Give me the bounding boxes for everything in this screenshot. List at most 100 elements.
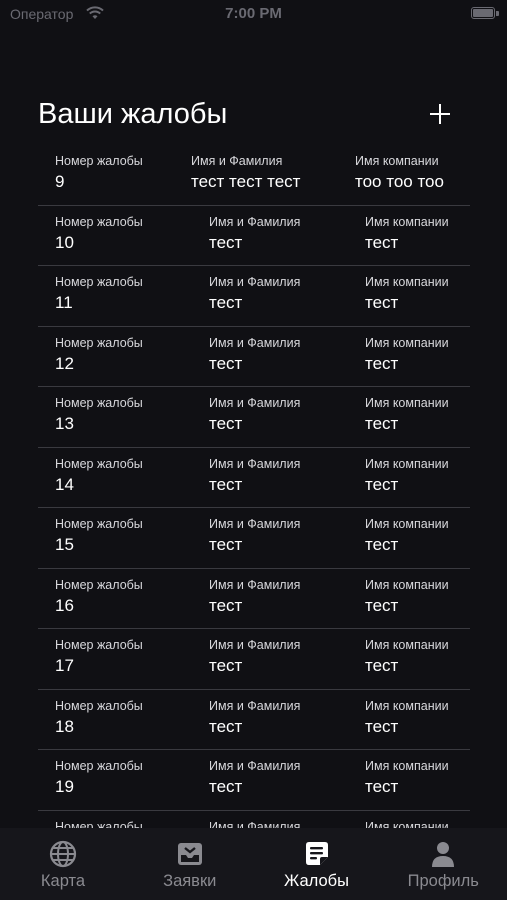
complaints-list[interactable]: Номер жалобы 9 Имя и Фамилия тест тест тест… <box>38 145 470 828</box>
complaint-name-label: Имя и Фамилия <box>209 335 301 350</box>
complaint-name-cell: Имя и Фамилия тест <box>209 336 300 374</box>
complaint-name-value: тест <box>209 474 243 494</box>
complaint-number-value: 13 <box>55 414 74 433</box>
complaint-company-label: Имя компании <box>365 577 449 592</box>
complaint-company-value: тест <box>365 716 399 736</box>
tab-label: Жалобы <box>284 872 349 890</box>
header: Ваши жалобы <box>38 96 470 140</box>
complaint-number-cell: Номер жалобы 15 <box>55 517 143 555</box>
complaint-number-cell: Номер жалобы 17 <box>55 638 143 676</box>
complaint-name-cell: Имя и Фамилия тест <box>209 578 300 616</box>
complaint-number-cell: Номер жалобы 10 <box>55 215 143 253</box>
complaint-name-value: тест <box>209 656 243 675</box>
complaint-number-label: Номер жалобы <box>55 698 143 713</box>
tab-requests[interactable]: Заявки <box>127 828 253 900</box>
complaint-name-cell: Имя и Фамилия тест <box>209 396 300 434</box>
complaint-number-cell: Номер жалобы 12 <box>55 336 143 374</box>
complaint-name-cell: Имя и Фамилия тест <box>209 215 300 253</box>
complaint-company-cell: Имя компании тест <box>365 638 449 676</box>
battery-icon <box>471 7 495 19</box>
complaint-name-label: Имя и Фамилия <box>209 275 301 289</box>
complaint-row[interactable]: Номер жалобы 10 Имя и Фамилия тест Имя компа… <box>38 206 470 266</box>
complaint-company-value: тоо тоо тоо <box>355 172 444 191</box>
complaint-name-cell: Имя и Фамилия тест <box>209 699 300 737</box>
complaint-company-cell: Имя компании тест <box>365 396 449 434</box>
complaint-name-cell: Имя и Фамилия тест <box>209 517 300 555</box>
complaint-number-value: 17 <box>55 656 74 675</box>
person-icon <box>429 840 457 868</box>
complaint-company-cell: Имя компании тест <box>365 215 449 253</box>
complaint-row[interactable]: Номер жалобы 17 Имя и Фамилия тест Имя компа… <box>38 629 470 690</box>
complaint-name-value: тест <box>209 414 243 433</box>
complaint-company-cell: Имя компании тест <box>365 699 449 737</box>
complaint-row[interactable]: Номер жалобы 18 Имя и Фамилия тест Имя компа… <box>38 690 470 750</box>
tab-complaints[interactable]: Жалобы <box>254 828 380 900</box>
complaint-name-label: Имя и Фамилия <box>209 577 301 592</box>
complaint-number-value: 9 <box>55 172 65 191</box>
complaint-number-label: Номер жалобы <box>55 396 143 410</box>
complaint-number-value: 11 <box>55 293 73 312</box>
complaint-company-cell: Имя компании тест <box>365 457 449 495</box>
tab-label: Профиль <box>407 872 479 890</box>
complaint-number-value: 18 <box>55 716 74 736</box>
tab-bar: Карта Заявки Жалобы Профиль <box>0 828 507 900</box>
complaint-name-value: тест <box>209 716 243 736</box>
complaint-name-value: тест <box>209 777 243 796</box>
complaint-company-label: Имя компании <box>365 396 449 410</box>
complaint-row[interactable]: Номер жалобы 14 Имя и Фамилия тест Имя компа… <box>38 448 470 508</box>
complaint-row[interactable]: Номер жалобы 16 Имя и Фамилия тест Имя компа… <box>38 569 470 629</box>
complaint-row[interactable]: Номер жалобы 15 Имя и Фамилия тест Имя компа… <box>38 508 470 569</box>
complaint-number-label: Номер жалобы <box>55 819 143 829</box>
complaint-name-value: тест тест тест <box>191 172 301 191</box>
complaint-company-value: тест <box>365 414 399 433</box>
complaint-name-label: Имя и Фамилия <box>209 214 301 229</box>
complaint-company-value: тест <box>365 535 399 554</box>
complaint-number-value: 12 <box>55 353 74 373</box>
complaint-number-label: Номер жалобы <box>55 275 143 289</box>
complaint-name-cell: Имя и Фамилия тест <box>209 759 300 797</box>
complaint-row[interactable]: Номер жалобы 13 Имя и Фамилия тест Имя компа… <box>38 387 470 448</box>
complaint-name-value: тест <box>209 595 243 615</box>
complaint-name-cell: Имя и Фамилия тест <box>209 457 300 495</box>
complaint-number-value: 10 <box>55 232 74 252</box>
complaint-row[interactable]: Номер жалобы 12 Имя и Фамилия тест Имя компа… <box>38 327 470 387</box>
clock: 7:00 PM <box>225 5 282 22</box>
complaint-number-value: 19 <box>55 777 74 796</box>
complaint-company-label: Имя компании <box>365 819 449 829</box>
complaint-number-value: 14 <box>55 474 74 494</box>
complaint-company-cell: Имя компании тест <box>365 336 449 374</box>
tab-profile[interactable]: Профиль <box>380 828 506 900</box>
tab-label: Карта <box>40 872 86 890</box>
complaint-name-label: Имя и Фамилия <box>209 517 301 531</box>
complaint-name-value: тест <box>209 293 243 312</box>
complaint-name-label: Имя и Фамилия <box>191 154 283 168</box>
complaint-company-label: Имя компании <box>365 335 449 350</box>
complaint-number-cell: Номер жалобы 13 <box>55 396 143 434</box>
complaint-number-cell: Номер жалобы 18 <box>55 699 143 737</box>
complaint-number-label: Номер жалобы <box>55 154 143 168</box>
complaint-name-value: тест <box>209 232 243 252</box>
complaint-name-value: тест <box>209 353 243 373</box>
complaint-row[interactable]: Номер жалобы 9 Имя и Фамилия тест тест тест… <box>38 145 470 206</box>
page-title: Ваши жалобы <box>38 98 228 130</box>
complaint-name-cell: Имя и Фамилия тест <box>209 275 300 313</box>
add-complaint-button[interactable] <box>428 102 452 126</box>
tab-map[interactable]: Карта <box>0 828 126 900</box>
complaint-row[interactable]: Номер жалобы Имя и Фамилия Имя компании <box>38 811 470 829</box>
complaint-name-label: Имя и Фамилия <box>209 759 301 773</box>
complaint-number-cell: Номер жалобы 11 <box>55 275 143 313</box>
complaint-number-cell: Номер жалобы 16 <box>55 578 143 616</box>
complaint-company-label: Имя компании <box>365 759 449 773</box>
complaint-company-cell: Имя компании тест <box>365 578 449 616</box>
complaint-company-label: Имя компании <box>365 517 449 531</box>
complaint-company-value: тест <box>365 656 399 675</box>
status-bar: Оператор 7:00 PM <box>0 0 507 28</box>
complaint-company-label: Имя компании <box>365 456 449 471</box>
complaint-number-label: Номер жалобы <box>55 456 143 471</box>
complaint-company-label: Имя компании <box>365 698 449 713</box>
complaint-row[interactable]: Номер жалобы 19 Имя и Фамилия тест Имя компа… <box>38 750 470 811</box>
complaint-number-value: 15 <box>55 535 74 554</box>
complaint-name-label: Имя и Фамилия <box>209 638 301 652</box>
complaint-company-cell: Имя компании тест <box>365 275 449 313</box>
complaint-row[interactable]: Номер жалобы 11 Имя и Фамилия тест Имя компа… <box>38 266 470 327</box>
